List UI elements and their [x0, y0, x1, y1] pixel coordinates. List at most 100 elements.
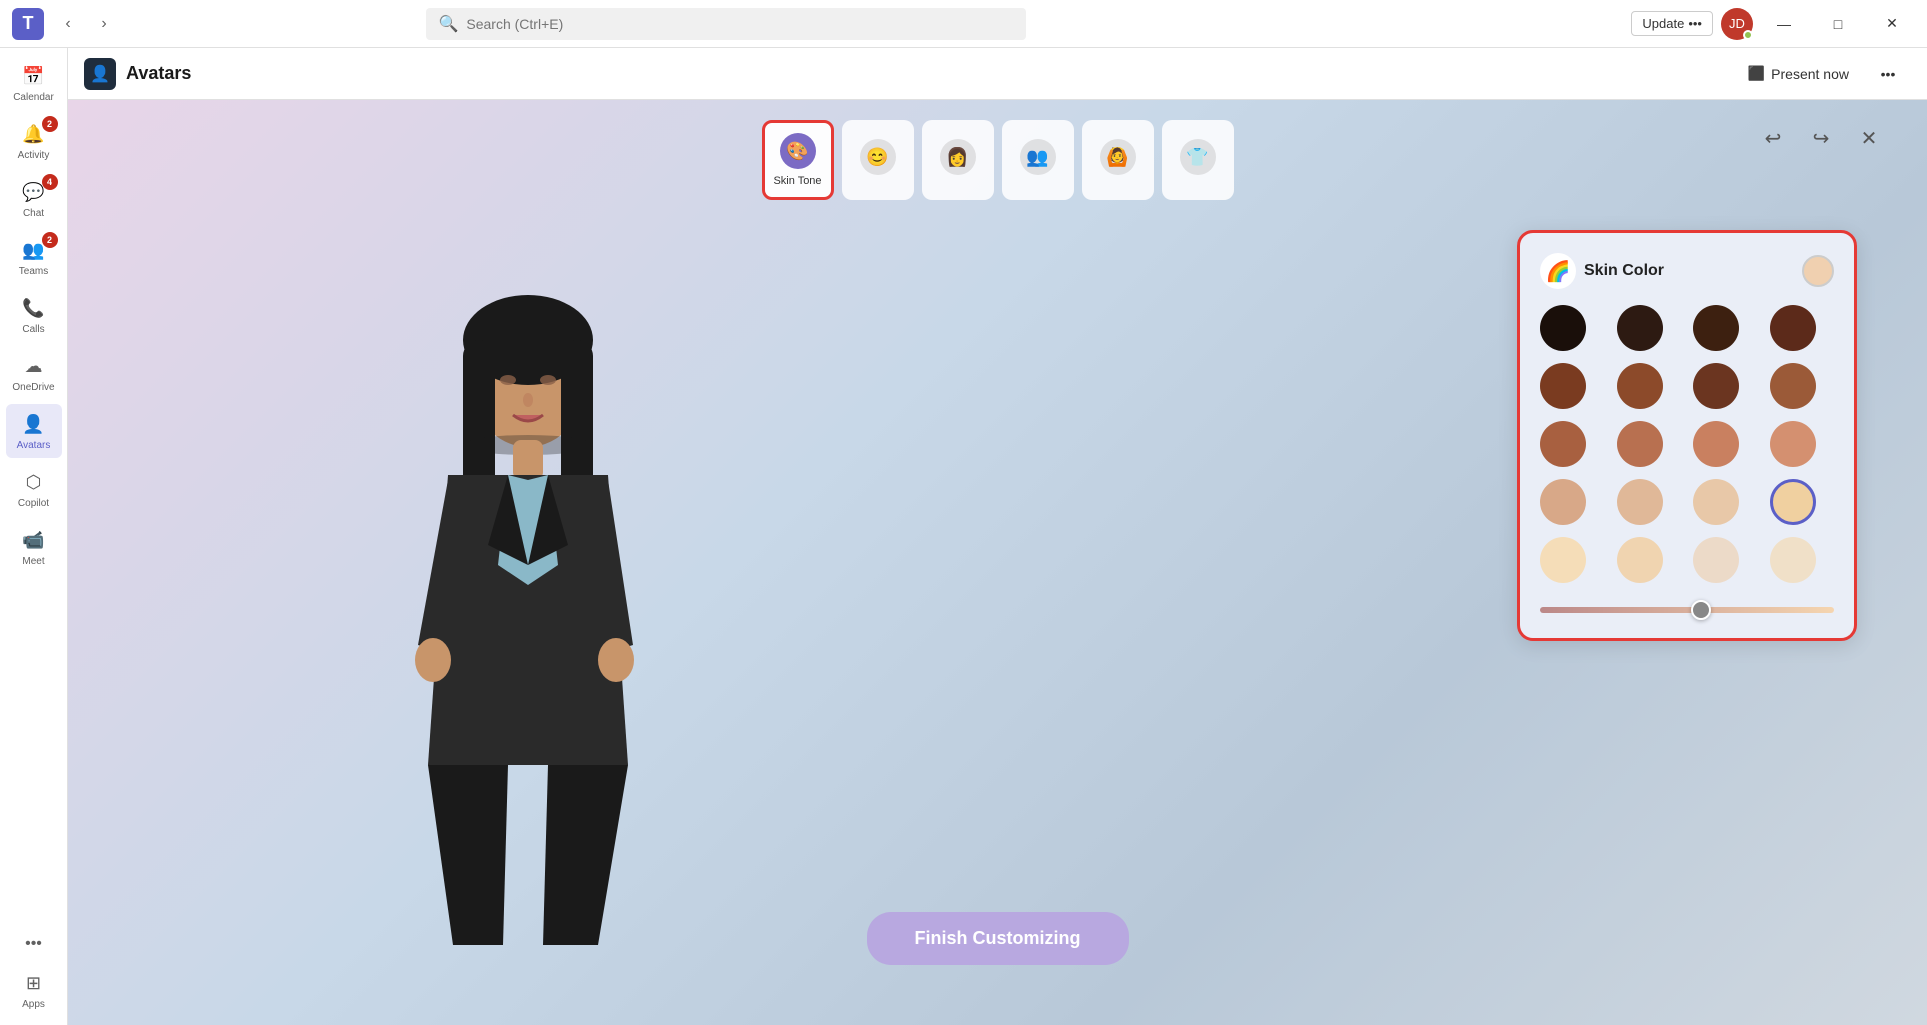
- sidebar-item-chat[interactable]: 💬 Chat 4: [6, 172, 62, 226]
- body-icon: 👥: [1020, 139, 1056, 175]
- sidebar-label-meet: Meet: [22, 556, 44, 568]
- sidebar-item-teams[interactable]: 👥 Teams 2: [6, 230, 62, 284]
- skin-swatch-1[interactable]: [1617, 305, 1663, 351]
- main-layout: 📅 Calendar 🔔 Activity 2 💬 Chat 4 👥 Teams…: [0, 48, 1927, 1025]
- sidebar-label-onedrive: OneDrive: [12, 382, 54, 394]
- search-input[interactable]: [466, 16, 1014, 32]
- sidebar-item-apps[interactable]: ⊞ Apps: [6, 963, 62, 1017]
- skin-swatch-0[interactable]: [1540, 305, 1586, 351]
- outfit-icon: 👕: [1180, 139, 1216, 175]
- avatar-svg: [368, 265, 688, 945]
- page-header: 👤 Avatars ⬛ Present now •••: [68, 48, 1927, 100]
- sidebar-item-avatars[interactable]: 👤 Avatars: [6, 404, 62, 458]
- finish-customizing-button[interactable]: Finish Customizing: [867, 912, 1129, 965]
- avatar-figure: [368, 265, 768, 965]
- page-icon: 👤: [84, 58, 116, 90]
- skin-swatch-6[interactable]: [1693, 363, 1739, 409]
- avatars-icon: 👤: [20, 410, 48, 438]
- skin-swatch-15[interactable]: [1770, 479, 1816, 525]
- skin-swatch-14[interactable]: [1693, 479, 1739, 525]
- content-area: 👤 Avatars ⬛ Present now ••• 🎨 Skin Tone: [68, 48, 1927, 1025]
- chat-badge: 4: [42, 174, 58, 190]
- skin-tone-icon: 🎨: [780, 133, 816, 169]
- skin-swatch-17[interactable]: [1617, 537, 1663, 583]
- sidebar-item-meet[interactable]: 📹 Meet: [6, 520, 62, 574]
- user-avatar[interactable]: JD: [1721, 8, 1753, 40]
- sidebar-item-calendar[interactable]: 📅 Calendar: [6, 56, 62, 110]
- avatars-page-icon: 👤: [90, 64, 110, 84]
- skin-tone-slider[interactable]: [1540, 607, 1834, 613]
- toolbar-skin-tone[interactable]: 🎨 Skin Tone: [762, 120, 834, 200]
- titlebar-actions: Update ••• JD — □ ✕: [1631, 8, 1915, 40]
- present-now-button[interactable]: ⬛ Present now: [1740, 61, 1857, 86]
- activity-badge: 2: [42, 116, 58, 132]
- sidebar-label-teams: Teams: [19, 266, 48, 278]
- skin-swatch-4[interactable]: [1540, 363, 1586, 409]
- sidebar-item-activity[interactable]: 🔔 Activity 2: [6, 114, 62, 168]
- update-button[interactable]: Update •••: [1631, 11, 1713, 36]
- redo-button[interactable]: ↪: [1803, 120, 1839, 156]
- back-button[interactable]: ‹: [52, 8, 84, 40]
- sidebar-item-calls[interactable]: 📞 Calls: [6, 288, 62, 342]
- skin-panel-header: 🌈 Skin Color: [1540, 253, 1834, 289]
- onedrive-icon: ☁: [20, 352, 48, 380]
- copilot-icon: ⬡: [20, 468, 48, 496]
- skin-color-grid: [1540, 305, 1834, 583]
- skin-swatch-10[interactable]: [1693, 421, 1739, 467]
- forward-button[interactable]: ›: [88, 8, 120, 40]
- avatar-canvas: 🎨 Skin Tone 😊 👩 👥 🙆: [68, 100, 1927, 1025]
- status-indicator: [1743, 30, 1753, 40]
- sidebar-label-calls: Calls: [22, 324, 44, 336]
- skin-selected-preview: [1802, 255, 1834, 287]
- page-header-actions: ⬛ Present now •••: [1740, 58, 1911, 90]
- skin-swatch-13[interactable]: [1617, 479, 1663, 525]
- skin-color-panel: 🌈 Skin Color: [1517, 230, 1857, 641]
- close-customizer-button[interactable]: ✕: [1851, 120, 1887, 156]
- skin-swatch-18[interactable]: [1693, 537, 1739, 583]
- more-button[interactable]: •••: [19, 929, 48, 959]
- sidebar-label-chat: Chat: [23, 208, 44, 220]
- sidebar-item-onedrive[interactable]: ☁ OneDrive: [6, 346, 62, 400]
- sidebar-label-copilot: Copilot: [18, 498, 49, 510]
- skin-tone-label: Skin Tone: [773, 175, 821, 187]
- toolbar-controls: ↩ ↪ ✕: [1755, 120, 1887, 156]
- teams-badge: 2: [42, 232, 58, 248]
- skin-swatch-9[interactable]: [1617, 421, 1663, 467]
- sidebar-label-calendar: Calendar: [13, 92, 54, 104]
- calendar-icon: 📅: [20, 62, 48, 90]
- toolbar-outfit[interactable]: 👕: [1162, 120, 1234, 200]
- page-title: Avatars: [126, 63, 191, 84]
- skin-panel-logo: 🌈: [1540, 253, 1576, 289]
- skin-swatch-16[interactable]: [1540, 537, 1586, 583]
- search-bar[interactable]: 🔍: [426, 8, 1026, 40]
- toolbar-pose[interactable]: 🙆: [1082, 120, 1154, 200]
- hair-icon: 👩: [940, 139, 976, 175]
- pose-icon: 🙆: [1100, 139, 1136, 175]
- sidebar-label-avatars: Avatars: [17, 440, 51, 452]
- skin-swatch-2[interactable]: [1693, 305, 1739, 351]
- toolbar-body[interactable]: 👥: [1002, 120, 1074, 200]
- undo-button[interactable]: ↩: [1755, 120, 1791, 156]
- close-button[interactable]: ✕: [1869, 8, 1915, 40]
- toolbar-hair[interactable]: 👩: [922, 120, 994, 200]
- skin-panel-title: Skin Color: [1584, 262, 1802, 280]
- sidebar-label-activity: Activity: [18, 150, 50, 162]
- sidebar-label-apps: Apps: [22, 999, 45, 1011]
- skin-swatch-5[interactable]: [1617, 363, 1663, 409]
- avatar-toolbar: 🎨 Skin Tone 😊 👩 👥 🙆: [762, 120, 1234, 200]
- app-logo: T: [12, 8, 44, 40]
- apps-icon: ⊞: [20, 969, 48, 997]
- calls-icon: 📞: [20, 294, 48, 322]
- maximize-button[interactable]: □: [1815, 8, 1861, 40]
- skin-swatch-12[interactable]: [1540, 479, 1586, 525]
- minimize-button[interactable]: —: [1761, 8, 1807, 40]
- search-icon: 🔍: [438, 14, 458, 34]
- skin-swatch-8[interactable]: [1540, 421, 1586, 467]
- skin-swatch-19[interactable]: [1770, 537, 1816, 583]
- skin-swatch-3[interactable]: [1770, 305, 1816, 351]
- toolbar-face[interactable]: 😊: [842, 120, 914, 200]
- skin-swatch-7[interactable]: [1770, 363, 1816, 409]
- skin-swatch-11[interactable]: [1770, 421, 1816, 467]
- sidebar-item-copilot[interactable]: ⬡ Copilot: [6, 462, 62, 516]
- page-more-button[interactable]: •••: [1865, 58, 1911, 90]
